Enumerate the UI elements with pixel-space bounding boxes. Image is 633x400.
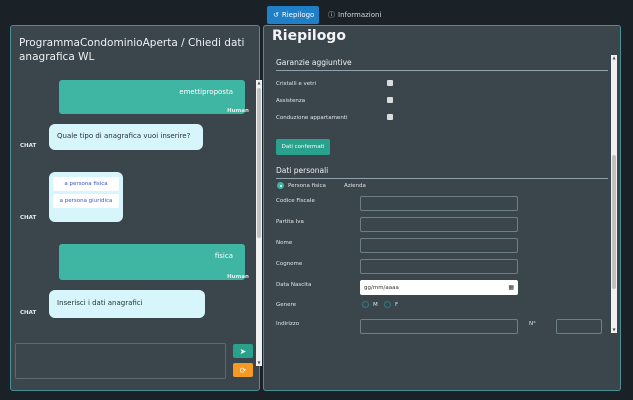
numero-label: N°	[529, 321, 536, 327]
scroll-down-icon[interactable]: ▼	[256, 360, 262, 366]
garanzia-label: Cristalli e vetri	[276, 81, 317, 87]
codice-fiscale-input[interactable]	[360, 196, 518, 211]
confirm-button[interactable]: Dati confermati	[276, 139, 330, 155]
chat-options: a persona fisica a persona giuridica	[49, 172, 123, 222]
radio-persona-fisica-label: Persona fisica	[288, 183, 326, 189]
chat-label: CHAT	[20, 215, 37, 221]
human-message: emettiproposta	[59, 80, 245, 114]
date-placeholder: gg/mm/aaaa	[364, 284, 399, 291]
send-button[interactable]: ➤	[233, 344, 253, 358]
chat-label: CHAT	[20, 310, 37, 316]
radio-genere-m-label: M	[373, 302, 378, 308]
field-label: Genere	[276, 302, 297, 308]
field-label: Indirizzo	[276, 321, 300, 327]
summary-scrollbar[interactable]: ▲ ▼	[611, 55, 617, 333]
nome-input[interactable]	[360, 238, 518, 253]
field-label: Nome	[276, 240, 293, 246]
scroll-down-icon[interactable]: ▼	[611, 327, 617, 333]
chat-message: Quale tipo di anagrafica vuoi inserire?	[49, 124, 203, 150]
human-message-text: emettiproposta	[179, 88, 233, 96]
chat-messages: emettiproposta Human CHAT Quale tipo di …	[15, 78, 253, 366]
indirizzo-input[interactable]	[360, 319, 518, 334]
refresh-icon: ⟳	[239, 365, 247, 375]
garanzia-label: Conduzione appartamenti	[276, 115, 348, 121]
radio-persona-fisica[interactable]	[277, 182, 284, 189]
option-persona-giuridica[interactable]: a persona giuridica	[53, 194, 119, 208]
field-label: Codice Fiscale	[276, 198, 315, 204]
scroll-up-icon[interactable]: ▲	[611, 55, 617, 61]
calendar-icon[interactable]: ▦	[508, 284, 514, 291]
chat-message-text: Inserisci i dati anagrafici	[57, 299, 143, 307]
chat-scroll-thumb[interactable]	[257, 88, 261, 238]
send-icon: ➤	[239, 346, 247, 356]
radio-azienda-label: Azienda	[344, 183, 366, 189]
data-nascita-input[interactable]: gg/mm/aaaa ▦	[360, 280, 518, 295]
chat-title: ProgrammaCondominioAperta / Chiedi dati …	[19, 37, 245, 63]
refresh-button[interactable]: ⟳	[233, 363, 253, 377]
garanzie-heading: Garanzie aggiuntive	[276, 58, 352, 67]
field-label: Partita Iva	[276, 219, 304, 225]
option-persona-fisica[interactable]: a persona fisica	[53, 177, 119, 191]
human-label: Human	[227, 274, 249, 280]
personali-heading: Dati personali	[276, 166, 329, 175]
field-label: Data Nascita	[276, 282, 312, 288]
chat-scrollbar[interactable]: ▲ ▼	[256, 80, 262, 366]
summary-body: Garanzie aggiuntive Cristalli e vetri As…	[264, 48, 610, 354]
human-message: fisica	[59, 244, 245, 280]
chat-message: Inserisci i dati anagrafici	[49, 290, 205, 318]
scroll-up-icon[interactable]: ▲	[256, 80, 262, 86]
tab-informazioni-label: Informazioni	[338, 11, 382, 19]
garanzia-checkbox[interactable]	[387, 80, 393, 86]
divider	[276, 178, 608, 179]
garanzia-checkbox[interactable]	[387, 114, 393, 120]
divider	[276, 70, 608, 71]
summary-title: Riepilogo	[272, 28, 346, 44]
cognome-input[interactable]	[360, 259, 518, 274]
radio-genere-f[interactable]	[384, 301, 391, 308]
human-message-text: fisica	[214, 252, 233, 260]
chat-message-text: Quale tipo di anagrafica vuoi inserire?	[57, 132, 191, 140]
human-label: Human	[227, 108, 249, 114]
tab-riepilogo[interactable]: ↺ Riepilogo	[267, 6, 319, 24]
chat-panel: ProgrammaCondominioAperta / Chiedi dati …	[10, 25, 262, 391]
numero-input[interactable]	[556, 319, 602, 334]
chat-label: CHAT	[20, 143, 37, 149]
history-icon: ↺	[273, 11, 279, 19]
tab-informazioni[interactable]: ⓘ Informazioni	[322, 6, 382, 24]
info-icon: ⓘ	[328, 11, 335, 19]
top-tabs: ↺ Riepilogo ⓘ Informazioni	[0, 4, 633, 24]
radio-genere-f-label: F	[395, 302, 399, 308]
garanzia-checkbox[interactable]	[387, 97, 393, 103]
tab-riepilogo-label: Riepilogo	[281, 11, 315, 19]
radio-genere-m[interactable]	[362, 301, 369, 308]
field-label: Cognome	[276, 261, 303, 267]
garanzia-label: Assistenza	[276, 98, 306, 104]
partita-iva-input[interactable]	[360, 217, 518, 232]
summary-scroll-thumb[interactable]	[612, 155, 616, 289]
chat-input[interactable]	[15, 343, 226, 379]
summary-panel: Riepilogo Garanzie aggiuntive Cristalli …	[263, 25, 621, 391]
